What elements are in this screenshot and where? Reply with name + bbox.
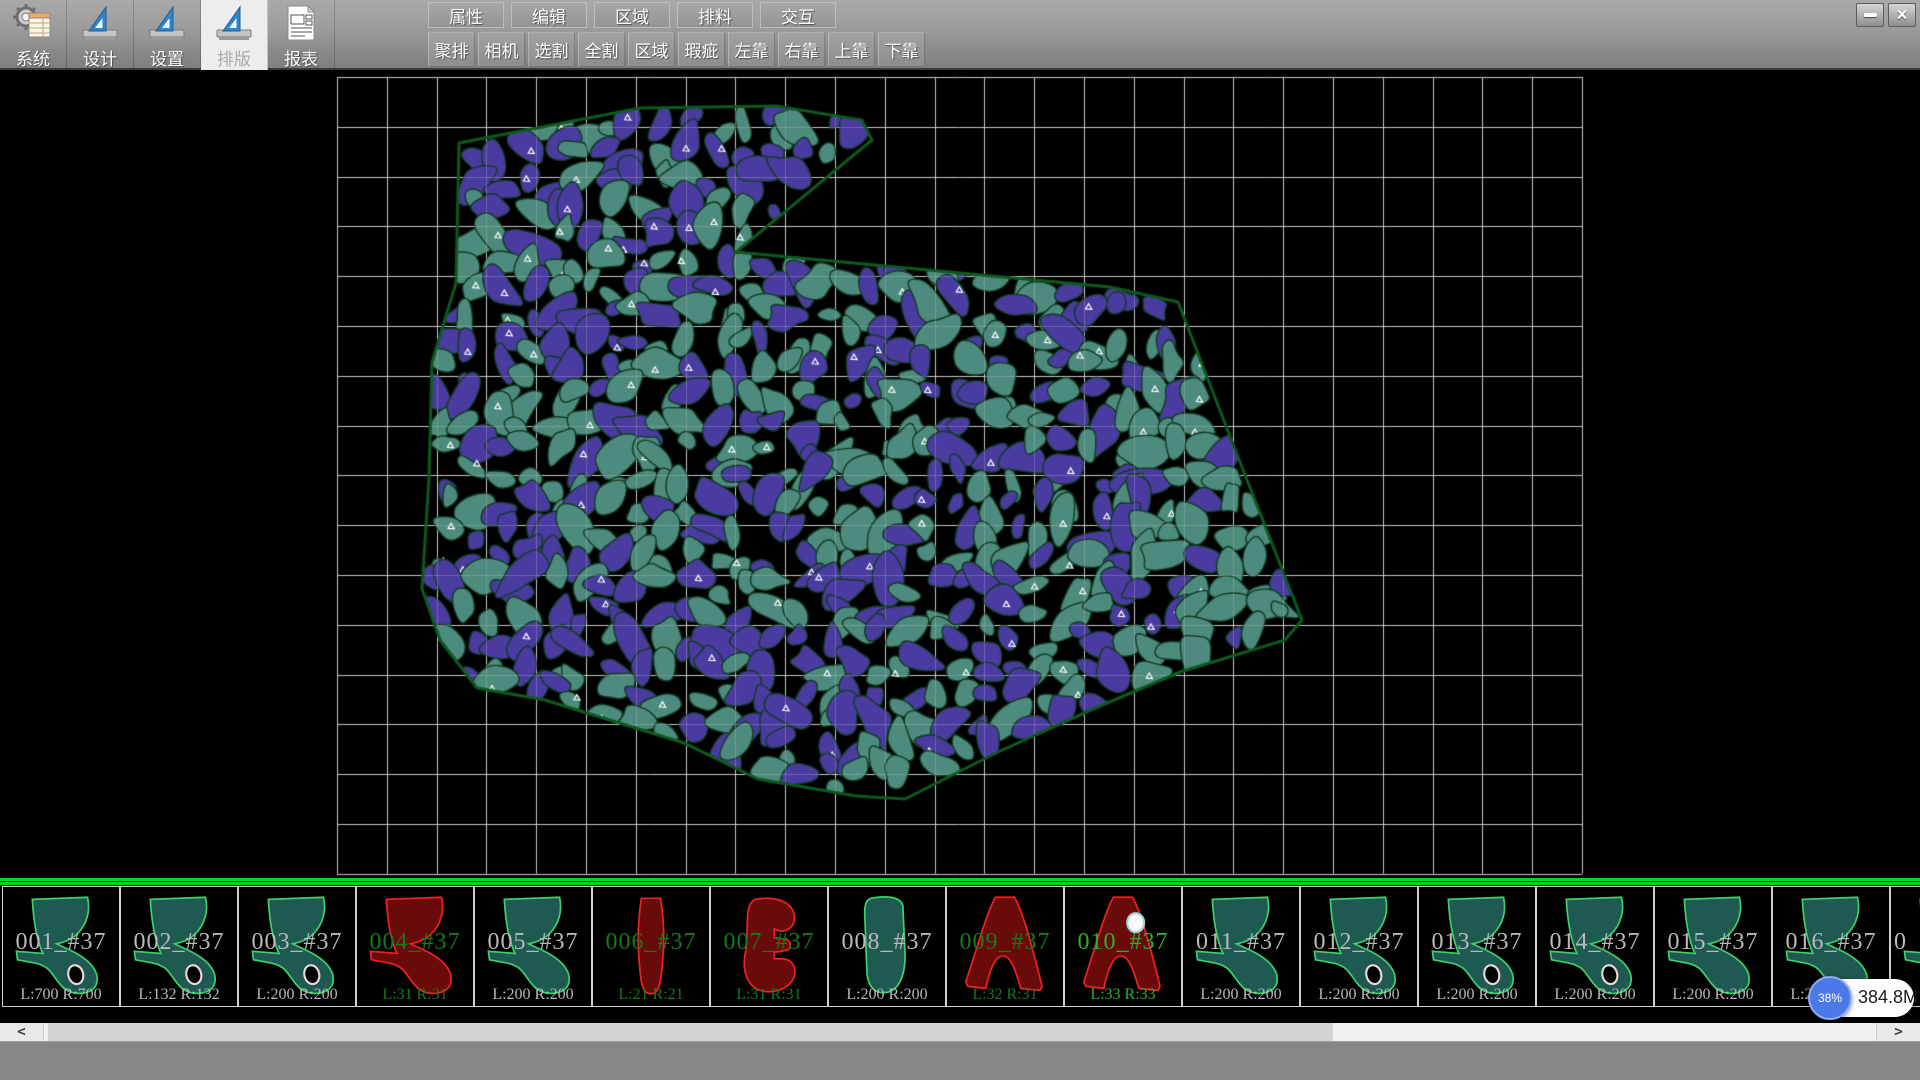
thumbnail-quantity-label: L:31 R:31 — [357, 986, 473, 1004]
action-button-选割[interactable]: 选割 — [528, 32, 575, 67]
pattern-thumbnail-012_#37[interactable]: 012_#37 L:200 R:200 — [1300, 886, 1418, 1007]
minimize-icon — [1864, 13, 1877, 17]
thumbnail-id-label: 014_#37 — [1537, 929, 1653, 956]
pattern-thumbnail-005_#37[interactable]: 005_#37 L:200 R:200 — [474, 886, 592, 1007]
pattern-thumbnail-001_#37[interactable]: 001_#37 L:700 R:700 — [2, 886, 120, 1007]
thumbnail-id-label: 007_#37 — [711, 929, 827, 956]
ruler-icon — [79, 3, 121, 43]
menu-item-编辑[interactable]: 编辑 — [511, 2, 587, 28]
thumbnail-id-label: 016_#37 — [1773, 929, 1889, 956]
thumbnail-id-label: 005_#37 — [475, 929, 591, 956]
mode-label: 设计 — [83, 45, 117, 70]
thumbnail-id-label: 013_#37 — [1419, 929, 1535, 956]
mode-button-设置[interactable]: 设置 — [134, 0, 201, 70]
main-toolbar: 系统设计设置排版报表 属性编辑区域排料交互 聚排相机选割全割区域瑕疵左靠右靠上靠… — [0, 0, 1920, 70]
pattern-thumbnail-013_#37[interactable]: 013_#37 L:200 R:200 — [1418, 886, 1536, 1007]
action-button-row: 聚排相机选割全割区域瑕疵左靠右靠上靠下靠 — [428, 32, 925, 67]
thumbnail-quantity-label: L:132 R:132 — [121, 986, 237, 1004]
pattern-thumbnail-015_#37[interactable]: 015_#37 L:200 R:200 — [1654, 886, 1772, 1007]
action-button-下靠[interactable]: 下靠 — [878, 32, 925, 67]
close-button[interactable]: × — [1888, 3, 1916, 27]
nesting-canvas[interactable] — [0, 70, 1920, 878]
thumbnail-id-label: 010_#37 — [1065, 929, 1181, 956]
scroll-right-button[interactable]: > — [1876, 1023, 1920, 1041]
scrollbar-thumb[interactable] — [48, 1023, 1333, 1041]
thumbnail-id-label: 001_#37 — [3, 929, 119, 956]
memory-size-label: 384.8M — [1858, 987, 1918, 1008]
action-button-上靠[interactable]: 上靠 — [828, 32, 875, 67]
action-button-左靠[interactable]: 左靠 — [728, 32, 775, 67]
action-button-区域[interactable]: 区域 — [628, 32, 675, 67]
thumbnail-quantity-label: L:700 R:700 — [3, 986, 119, 1004]
action-button-聚排[interactable]: 聚排 — [428, 32, 475, 67]
menu-bar: 属性编辑区域排料交互 — [428, 2, 836, 28]
thumbnail-id-label: 008_#37 — [829, 929, 945, 956]
action-button-瑕疵[interactable]: 瑕疵 — [678, 32, 725, 67]
progress-percent-label: 38% — [1818, 991, 1842, 1005]
thumbnail-id-label: 009_#37 — [947, 929, 1063, 956]
thumbnail-id-label: 0 — [1891, 929, 1920, 956]
window-bottom-edge — [0, 1041, 1920, 1080]
mode-label: 排版 — [217, 45, 251, 70]
thumbnail-quantity-label: L:33 R:33 — [1065, 986, 1181, 1004]
action-button-右靠[interactable]: 右靠 — [778, 32, 825, 67]
minimize-button[interactable] — [1856, 3, 1884, 27]
mode-button-设计[interactable]: 设计 — [67, 0, 134, 70]
thumbnail-quantity-label: L:21 R:21 — [593, 986, 709, 1004]
thumbnail-id-label: 003_#37 — [239, 929, 355, 956]
mode-label: 报表 — [284, 45, 318, 70]
thumbnail-id-label: 006_#37 — [593, 929, 709, 956]
mode-button-group: 系统 设计 设置 排版 报表 — [0, 0, 335, 70]
menu-item-区域[interactable]: 区域 — [594, 2, 670, 28]
horizontal-scrollbar[interactable]: < > — [0, 1023, 1920, 1041]
mode-button-排版[interactable]: 排版 — [201, 0, 268, 70]
menu-item-属性[interactable]: 属性 — [428, 2, 504, 28]
thumbnail-quantity-label: L:200 R:200 — [239, 986, 355, 1004]
thumbnail-id-label: 011_#37 — [1183, 929, 1299, 956]
thumbnail-id-label: 015_#37 — [1655, 929, 1771, 956]
system-icon — [12, 3, 54, 43]
mode-button-报表[interactable]: 报表 — [268, 0, 335, 70]
thumbnail-quantity-label: L:200 R:200 — [829, 986, 945, 1004]
thumbnail-quantity-label: L:200 R:200 — [475, 986, 591, 1004]
thumbnail-id-label: 004_#37 — [357, 929, 473, 956]
mode-label: 设置 — [150, 45, 184, 70]
pattern-thumbnail-004_#37[interactable]: 004_#37 L:31 R:31 — [356, 886, 474, 1007]
pattern-thumbnail-007_#37[interactable]: 007_#37 L:31 R:31 — [710, 886, 828, 1007]
progress-circle: 38% — [1808, 976, 1852, 1020]
thumbnail-quantity-label: L:200 R:200 — [1537, 986, 1653, 1004]
thumbnail-quantity-label: L:200 R:200 — [1419, 986, 1535, 1004]
pattern-thumbnail-008_#37[interactable]: 008_#37 L:200 R:200 — [828, 886, 946, 1007]
pattern-thumbnail-011_#37[interactable]: 011_#37 L:200 R:200 — [1182, 886, 1300, 1007]
action-button-相机[interactable]: 相机 — [478, 32, 525, 67]
menu-item-排料[interactable]: 排料 — [677, 2, 753, 28]
menu-item-交互[interactable]: 交互 — [760, 2, 836, 28]
ruler-icon — [213, 3, 255, 43]
thumbnail-quantity-label: L:200 R:200 — [1655, 986, 1771, 1004]
close-icon: × — [1896, 6, 1907, 25]
mode-button-系统[interactable]: 系统 — [0, 0, 67, 70]
pattern-thumbnail-strip: 001_#37L:700 R:700002_#37L:132 R:132003_… — [0, 885, 1920, 1008]
strip-divider — [0, 878, 1920, 885]
scroll-left-button[interactable]: < — [0, 1023, 44, 1041]
thumbnail-quantity-label: L:200 R:200 — [1301, 986, 1417, 1004]
thumbnail-quantity-label: L:200 R:200 — [1183, 986, 1299, 1004]
report-icon — [280, 3, 322, 43]
ruler-icon — [146, 3, 188, 43]
pattern-thumbnail-002_#37[interactable]: 002_#37 L:132 R:132 — [120, 886, 238, 1007]
pattern-thumbnail-009_#37[interactable]: 009_#37 L:32 R:31 — [946, 886, 1064, 1007]
thumbnail-id-label: 012_#37 — [1301, 929, 1417, 956]
pattern-thumbnail-003_#37[interactable]: 003_#37 L:200 R:200 — [238, 886, 356, 1007]
thumbnail-quantity-label: L:32 R:31 — [947, 986, 1063, 1004]
action-button-全割[interactable]: 全割 — [578, 32, 625, 67]
window-controls: × — [1856, 3, 1916, 27]
mode-label: 系统 — [16, 45, 50, 70]
pattern-thumbnail-006_#37[interactable]: 006_#37 L:21 R:21 — [592, 886, 710, 1007]
thumbnail-id-label: 002_#37 — [121, 929, 237, 956]
memory-badge: 384.8M 38% — [1808, 976, 1916, 1020]
thumbnail-quantity-label: L:31 R:31 — [711, 986, 827, 1004]
pattern-thumbnail-010_#37[interactable]: 010_#37 L:33 R:33 — [1064, 886, 1182, 1007]
pattern-thumbnail-014_#37[interactable]: 014_#37 L:200 R:200 — [1536, 886, 1654, 1007]
